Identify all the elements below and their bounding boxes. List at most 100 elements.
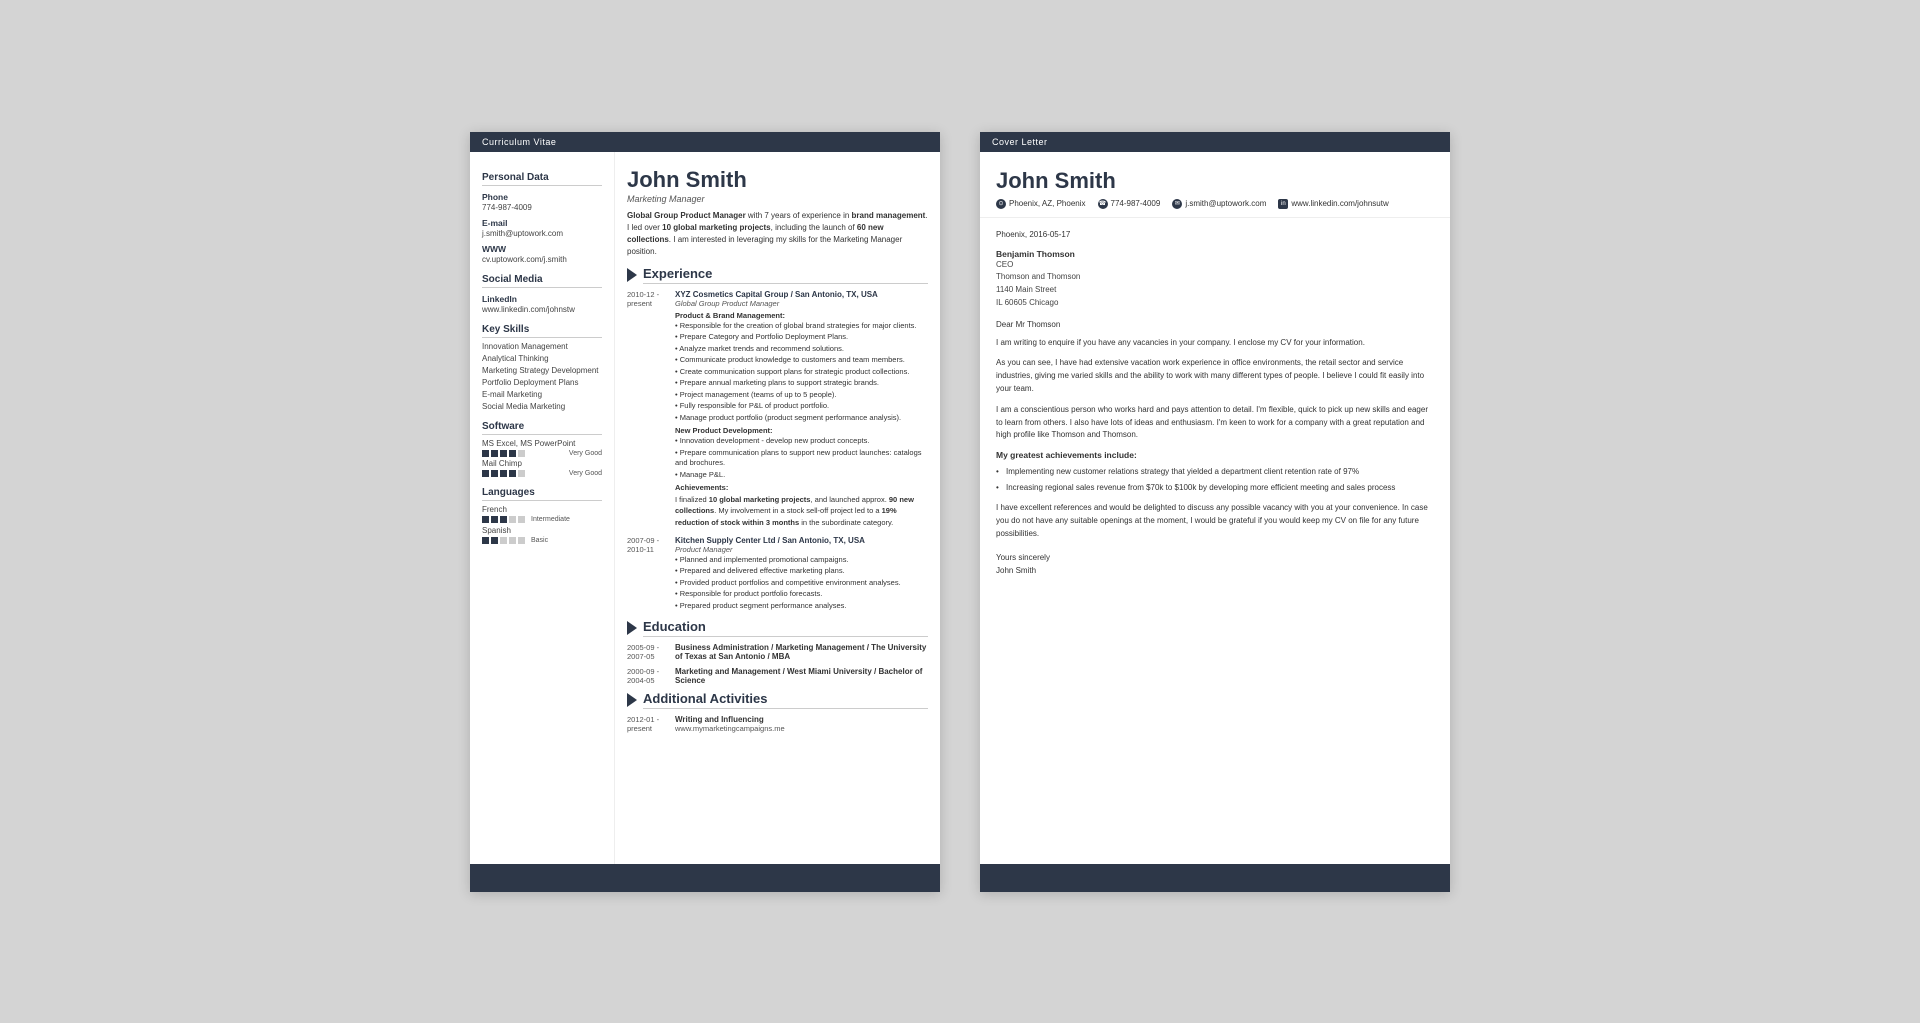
cv-main: John Smith Marketing Manager Global Grou…	[615, 152, 940, 864]
cv-job-title: Marketing Manager	[627, 194, 928, 204]
activity-detail-1: www.mymarketingcampaigns.me	[675, 724, 928, 733]
cl-salutation: Dear Mr Thomson	[996, 320, 1434, 329]
exp-bullet: • Provided product portfolios and compet…	[675, 578, 928, 589]
page-container: Curriculum Vitae Personal Data Phone 774…	[450, 112, 1470, 912]
exp-bullet: • Planned and implemented promotional ca…	[675, 555, 928, 566]
exp-bullet: • Responsible for product portfolio fore…	[675, 589, 928, 600]
cover-letter-document: Cover Letter John Smith ⊙ Phoenix, AZ, P…	[980, 132, 1450, 892]
lang-french-dots: Intermediate	[482, 516, 602, 523]
exp-content-2: Kitchen Supply Center Ltd / San Antonio,…	[675, 536, 928, 612]
cl-footer	[980, 864, 1450, 892]
cv-header-bar: Curriculum Vitae	[470, 132, 940, 152]
dot	[482, 470, 489, 477]
software-title: Software	[482, 421, 602, 435]
exp-bullet: • Prepare annual marketing plans to supp…	[675, 378, 928, 389]
edu-item-1: 2005-09 -2007-05 Business Administration…	[627, 643, 928, 661]
cl-linkedin-text: www.linkedin.com/johnsutw	[1291, 199, 1388, 208]
dot	[482, 537, 489, 544]
dot-empty	[518, 516, 525, 523]
exp-bullet: • Innovation development - develop new p…	[675, 436, 928, 447]
cl-recipient: Benjamin Thomson CEO Thomson and Thomson…	[996, 249, 1434, 310]
phone-value: 774-987-4009	[482, 203, 602, 212]
lang-spanish: Spanish Basic	[482, 526, 602, 544]
lang-french: French Intermediate	[482, 505, 602, 523]
edu-date-1: 2005-09 -2007-05	[627, 643, 675, 661]
edu-content-1: Business Administration / Marketing Mana…	[675, 643, 928, 661]
edu-date-2: 2000-09 -2004-05	[627, 667, 675, 685]
cl-recipient-address2: IL 60605 Chicago	[996, 297, 1434, 310]
cl-recipient-address1: 1140 Main Street	[996, 284, 1434, 297]
cv-sidebar: Personal Data Phone 774-987-4009 E-mail …	[470, 152, 615, 864]
cl-achievements-title: My greatest achievements include:	[996, 450, 1434, 460]
cv-body: Personal Data Phone 774-987-4009 E-mail …	[470, 152, 940, 864]
exp-item-1: 2010-12 -present XYZ Cosmetics Capital G…	[627, 290, 928, 528]
dot	[482, 450, 489, 457]
cv-intro: Global Group Product Manager with 7 year…	[627, 210, 928, 258]
www-value: cv.uptowork.com/j.smith	[482, 255, 602, 264]
dot	[482, 516, 489, 523]
phone-label: Phone	[482, 192, 602, 202]
cv-name: John Smith	[627, 168, 928, 192]
software-dots-2: Very Good	[482, 470, 602, 477]
activity-item-1: 2012-01 -present Writing and Influencing…	[627, 715, 928, 733]
additional-section-title: Additional Activities	[643, 691, 928, 709]
activity-content-1: Writing and Influencing www.mymarketingc…	[675, 715, 928, 733]
personal-data-title: Personal Data	[482, 172, 602, 186]
software-name-2: Mail Chimp	[482, 459, 602, 468]
experience-section-title: Experience	[643, 266, 928, 284]
exp-content-1: XYZ Cosmetics Capital Group / San Antoni…	[675, 290, 928, 528]
skill-3: Marketing Strategy Development	[482, 366, 602, 375]
cl-phone: ☎ 774-987-4009	[1098, 199, 1161, 209]
exp-company-1: XYZ Cosmetics Capital Group / San Antoni…	[675, 290, 928, 299]
cl-contact-row: ⊙ Phoenix, AZ, Phoenix ☎ 774-987-4009 ✉ …	[996, 199, 1434, 209]
dot	[509, 470, 516, 477]
software-dots-1: Very Good	[482, 450, 602, 457]
exp-role-1: Global Group Product Manager	[675, 299, 928, 308]
dot-empty	[509, 516, 516, 523]
exp-bullet: • Prepare communication plans to support…	[675, 448, 928, 469]
software-dots-group-2	[482, 470, 525, 477]
exp-bullet: • Manage P&L.	[675, 470, 928, 481]
exp-date-1: 2010-12 -present	[627, 290, 675, 528]
lang-spanish-name: Spanish	[482, 526, 602, 535]
cl-sign-off: Yours sincerely	[996, 553, 1434, 562]
cl-recipient-name: Benjamin Thomson	[996, 249, 1434, 259]
exp-subsection-brand: Product & Brand Management:	[675, 311, 928, 320]
cl-closing-paragraph: I have excellent references and would be…	[996, 502, 1434, 540]
edu-degree-1: Business Administration / Marketing Mana…	[675, 643, 928, 661]
cl-paragraph-2: As you can see, I have had extensive vac…	[996, 357, 1434, 395]
cl-email-text: j.smith@uptowork.com	[1185, 199, 1266, 208]
social-media-title: Social Media	[482, 274, 602, 288]
software-name-1: MS Excel, MS PowerPoint	[482, 439, 602, 448]
lang-spanish-dots: Basic	[482, 537, 602, 544]
cl-header-label: Cover Letter	[992, 137, 1048, 147]
activity-date-1: 2012-01 -present	[627, 715, 675, 733]
cl-signature: John Smith	[996, 566, 1434, 575]
edu-content-2: Marketing and Management / West Miami Un…	[675, 667, 928, 685]
dot	[491, 470, 498, 477]
cv-footer	[470, 864, 940, 892]
education-section-heading: Education	[627, 619, 928, 637]
software-level-2: Very Good	[569, 470, 602, 477]
cv-document: Curriculum Vitae Personal Data Phone 774…	[470, 132, 940, 892]
lang-spanish-level: Basic	[531, 537, 548, 544]
location-icon: ⊙	[996, 199, 1006, 209]
languages-title: Languages	[482, 487, 602, 501]
activity-title-1: Writing and Influencing	[675, 715, 928, 724]
edu-item-2: 2000-09 -2004-05 Marketing and Managemen…	[627, 667, 928, 685]
education-arrow-icon	[627, 621, 637, 635]
exp-company-2: Kitchen Supply Center Ltd / San Antonio,…	[675, 536, 928, 545]
linkedin-icon: in	[1278, 199, 1288, 209]
exp-subsection-achievements: Achievements:	[675, 483, 928, 492]
exp-bullet: • Fully responsible for P&L of product p…	[675, 401, 928, 412]
exp-bullet: • Communicate product knowledge to custo…	[675, 355, 928, 366]
dot	[491, 516, 498, 523]
exp-date-2: 2007-09 -2010-11	[627, 536, 675, 612]
exp-subsection-npd: New Product Development:	[675, 426, 928, 435]
cl-body: Phoenix, 2016-05-17 Benjamin Thomson CEO…	[980, 218, 1450, 864]
cv-name-section: John Smith Marketing Manager	[627, 158, 928, 210]
skill-1: Innovation Management	[482, 342, 602, 351]
cl-email: ✉ j.smith@uptowork.com	[1172, 199, 1266, 209]
additional-section-heading: Additional Activities	[627, 691, 928, 709]
cl-recipient-title: CEO	[996, 259, 1434, 272]
